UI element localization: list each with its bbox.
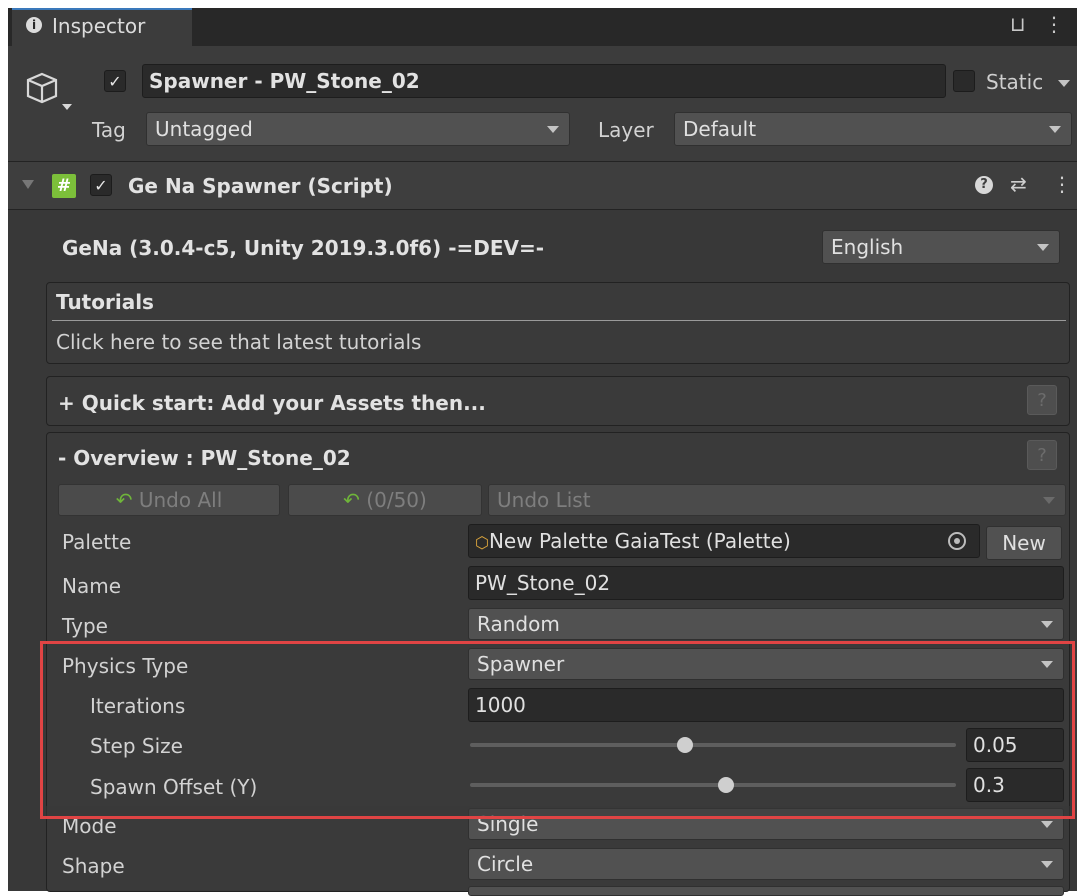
active-checkbox[interactable]: ✓: [104, 70, 126, 92]
tutorials-title: Tutorials: [56, 290, 154, 314]
component-menu-icon[interactable]: ⋮: [1052, 172, 1072, 196]
palette-asset-icon: ⬡: [475, 533, 489, 552]
tab-inspector-label: Inspector: [52, 14, 146, 38]
tutorials-divider: [52, 320, 1066, 321]
chevron-down-icon: [1041, 621, 1053, 628]
object-picker-icon[interactable]: [948, 532, 966, 550]
undo-button[interactable]: ↶ (0/50): [288, 484, 482, 516]
shape-dropdown[interactable]: Circle: [468, 848, 1064, 880]
gameobject-icon[interactable]: [22, 68, 72, 118]
undo-all-label: Undo All: [138, 488, 223, 512]
palette-field[interactable]: ⬡New Palette GaiaTest (Palette): [468, 524, 980, 558]
window-menu-icon[interactable]: ⊔ ⋮: [1010, 12, 1070, 36]
name-field[interactable]: PW_Stone_02: [468, 566, 1064, 600]
version-text: GeNa (3.0.4-c5, Unity 2019.3.0f6) -=DEV=…: [62, 236, 545, 260]
undo-all-button[interactable]: ↶ Undo All: [58, 484, 280, 516]
overview-title[interactable]: - Overview : PW_Stone_02: [58, 446, 351, 470]
tutorials-link[interactable]: Click here to see that latest tutorials: [56, 330, 421, 354]
next-field-dropdown[interactable]: [468, 886, 1064, 896]
undo-icon: ↶: [115, 488, 133, 512]
shape-label: Shape: [62, 854, 125, 878]
new-palette-button[interactable]: New: [986, 526, 1062, 560]
chevron-down-icon: [1043, 497, 1055, 504]
shape-value: Circle: [477, 852, 534, 876]
name-label: Name: [62, 574, 122, 598]
undo-list-dropdown[interactable]: Undo List: [488, 484, 1066, 516]
overview-help-icon[interactable]: ?: [1027, 440, 1057, 470]
tag-value: Untagged: [155, 117, 253, 141]
chevron-down-icon: [1041, 821, 1053, 828]
tag-dropdown[interactable]: Untagged: [146, 112, 570, 146]
help-icon[interactable]: ?: [975, 176, 993, 194]
language-value: English: [831, 235, 904, 259]
undo-count-label: (0/50): [366, 488, 427, 512]
static-checkbox[interactable]: [953, 70, 975, 92]
type-label: Type: [62, 614, 108, 638]
type-dropdown[interactable]: Random: [468, 608, 1064, 640]
object-name-field[interactable]: Spawner - PW_Stone_02: [142, 64, 946, 98]
layer-label: Layer: [598, 118, 654, 142]
quick-start-help-icon[interactable]: ?: [1027, 385, 1057, 415]
quick-start-title[interactable]: + Quick start: Add your Assets then...: [58, 391, 486, 415]
static-dropdown-arrow-icon[interactable]: [1058, 80, 1070, 87]
chevron-down-icon: [1037, 244, 1049, 251]
type-value: Random: [477, 612, 560, 636]
palette-value: New Palette GaiaTest (Palette): [488, 529, 791, 553]
highlight-annotation: [40, 641, 1075, 819]
language-dropdown[interactable]: English: [822, 230, 1060, 264]
undo-icon: ↶: [343, 488, 360, 512]
info-icon: i: [26, 17, 42, 33]
palette-label: Palette: [62, 530, 132, 554]
component-enabled-checkbox[interactable]: ✓: [90, 174, 112, 196]
script-icon: #: [52, 174, 76, 198]
chevron-down-icon: [547, 126, 559, 133]
foldout-arrow-icon[interactable]: [22, 180, 34, 189]
layer-dropdown[interactable]: Default: [674, 112, 1072, 146]
undo-list-label: Undo List: [497, 488, 591, 512]
presets-icon[interactable]: ⇄: [1010, 172, 1027, 196]
tag-label: Tag: [92, 118, 126, 142]
chevron-down-icon: [1049, 126, 1061, 133]
component-title: Ge Na Spawner (Script): [128, 174, 393, 198]
chevron-down-icon: [1041, 861, 1053, 868]
static-label[interactable]: Static: [986, 70, 1043, 94]
layer-value: Default: [683, 117, 757, 141]
